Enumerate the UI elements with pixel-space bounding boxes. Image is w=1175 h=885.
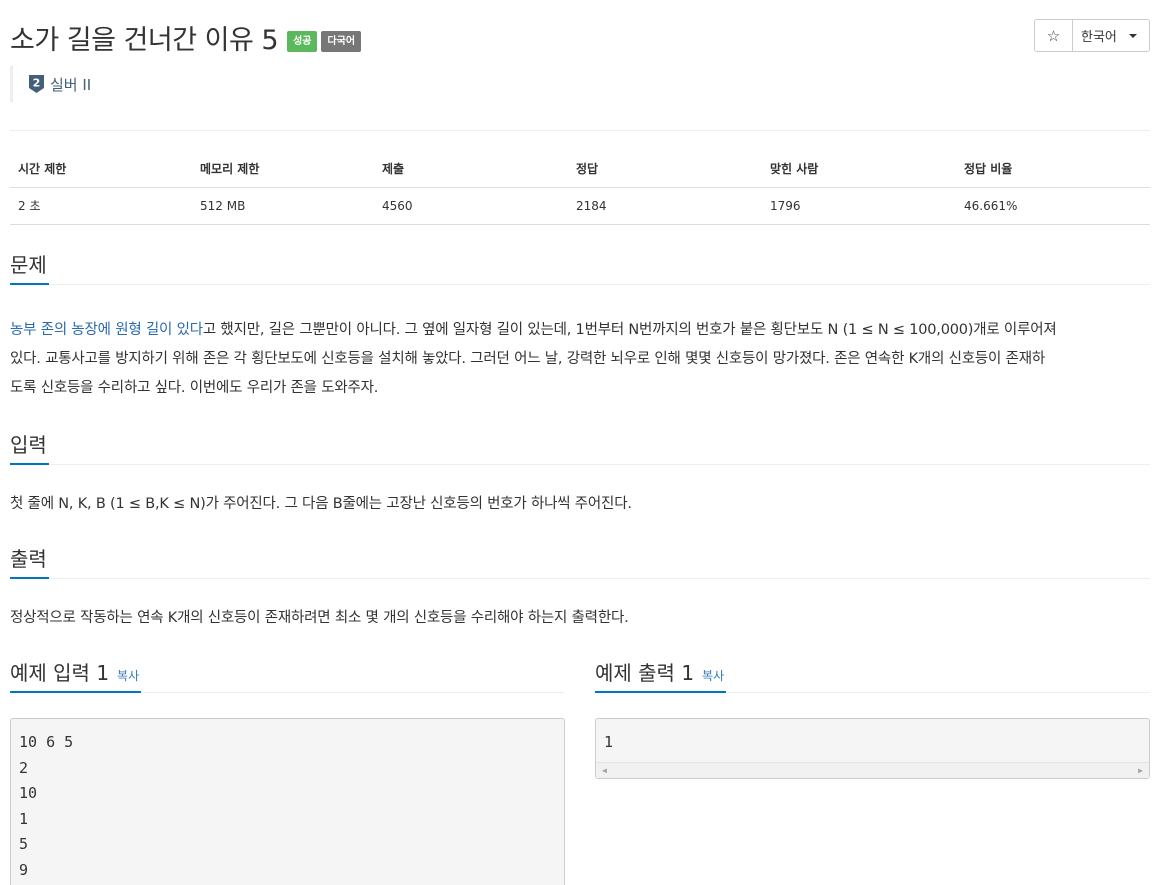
input-heading: 입력 xyxy=(10,430,1150,465)
tier-shield-icon: 2 xyxy=(29,75,44,93)
description-heading: 문제 xyxy=(10,250,1150,285)
star-icon: ☆ xyxy=(1046,26,1061,45)
language-label: 한국어 xyxy=(1081,30,1117,45)
sample-input-line: 9 xyxy=(19,860,29,879)
input-title: 입력 xyxy=(10,430,49,465)
problem-title: 소가 길을 건너간 이유 5 xyxy=(10,25,279,56)
info-header-accepted: 정답 xyxy=(568,150,762,188)
info-header-submissions: 제출 xyxy=(374,150,568,188)
sample-input-line: 10 6 5 xyxy=(19,733,74,751)
sample-input-title: 예제 입력 1 xyxy=(10,661,110,685)
divider xyxy=(10,130,1150,131)
output-heading: 출력 xyxy=(10,544,1150,579)
multilang-badge: 다국어 xyxy=(321,31,362,52)
info-header-memory: 메모리 제한 xyxy=(192,150,374,188)
sample-input-heading: 예제 입력 1 복사 xyxy=(10,658,564,693)
tier-number: 2 xyxy=(33,77,41,90)
info-header-time: 시간 제한 xyxy=(10,150,192,188)
info-accepted: 2184 xyxy=(568,187,762,225)
sample-input-box[interactable]: 10 6 5 2 10 1 5 9 xyxy=(10,718,565,885)
info-solvers: 1796 xyxy=(762,187,956,225)
info-header-ratio: 정답 비율 xyxy=(956,150,1150,188)
problem-info-table: 시간 제한 메모리 제한 제출 정답 맞힌 사람 정답 비율 2 초 512 M… xyxy=(10,150,1150,225)
scroll-left-icon[interactable]: ◀ xyxy=(602,766,607,775)
info-value-row: 2 초 512 MB 4560 2184 1796 46.661% xyxy=(10,187,1150,225)
input-text: 첫 줄에 N, K, B (1 ≤ B,K ≤ N)가 주어진다. 그 다음 B… xyxy=(10,496,632,512)
sample-input-line: 5 xyxy=(19,835,29,853)
horizontal-scrollbar[interactable]: ◀ ▶ xyxy=(596,762,1149,778)
favorite-button[interactable]: ☆ xyxy=(1034,19,1073,52)
title-toolbar: ☆ 한국어 xyxy=(1034,19,1150,52)
description-line-3: 도록 신호등을 수리하고 싶다. 이번에도 우리가 존을 도와주자. xyxy=(10,380,379,396)
info-header-row: 시간 제한 메모리 제한 제출 정답 맞힌 사람 정답 비율 xyxy=(10,150,1150,188)
sample-input-line: 1 xyxy=(19,809,29,828)
info-ratio: 46.661% xyxy=(956,187,1150,225)
output-title: 출력 xyxy=(10,544,49,579)
scroll-right-icon[interactable]: ▶ xyxy=(1138,766,1143,775)
info-header-solvers: 맞힌 사람 xyxy=(762,150,956,188)
sample-output-title: 예제 출력 1 xyxy=(595,661,695,685)
description-line-1: 농부 존의 농장에 원형 길이 있다고 했지만, 길은 그뿐만이 아니다. 그 … xyxy=(10,322,1057,338)
description-text: 농부 존의 농장에 원형 길이 있다고 했지만, 길은 그뿐만이 아니다. 그 … xyxy=(10,316,1150,403)
sample-output-heading: 예제 출력 1 복사 xyxy=(595,658,1150,693)
description-title: 문제 xyxy=(10,250,49,285)
description-link[interactable]: 농부 존의 농장에 원형 길이 있다 xyxy=(10,322,203,338)
description-line-2: 있다. 교통사고를 방지하기 위해 존은 각 횡단보도에 신호등을 설치해 놓았… xyxy=(10,351,1046,367)
copy-input-button[interactable]: 복사 xyxy=(117,669,139,683)
copy-output-button[interactable]: 복사 xyxy=(702,669,724,683)
info-submissions: 4560 xyxy=(374,187,568,225)
info-memory: 512 MB xyxy=(192,187,374,225)
caret-down-icon xyxy=(1128,33,1137,38)
sample-input-line: 10 xyxy=(19,784,38,802)
tier-link[interactable]: 실버 II xyxy=(50,74,91,95)
sample-output-line: 1 xyxy=(604,733,614,751)
success-badge: 성공 xyxy=(287,31,318,52)
info-time: 2 초 xyxy=(10,187,192,225)
tier-block: 2 실버 II xyxy=(10,66,91,102)
title-row: 소가 길을 건너간 이유 5 성공 다국어 xyxy=(10,18,362,57)
sample-input-line: 2 xyxy=(19,758,29,777)
language-dropdown[interactable]: 한국어 xyxy=(1073,19,1150,52)
output-text: 정상적으로 작동하는 연속 K개의 신호등이 존재하려면 최소 몇 개의 신호등… xyxy=(10,610,629,626)
sample-output-box[interactable]: 1 ◀ ▶ xyxy=(595,718,1150,779)
